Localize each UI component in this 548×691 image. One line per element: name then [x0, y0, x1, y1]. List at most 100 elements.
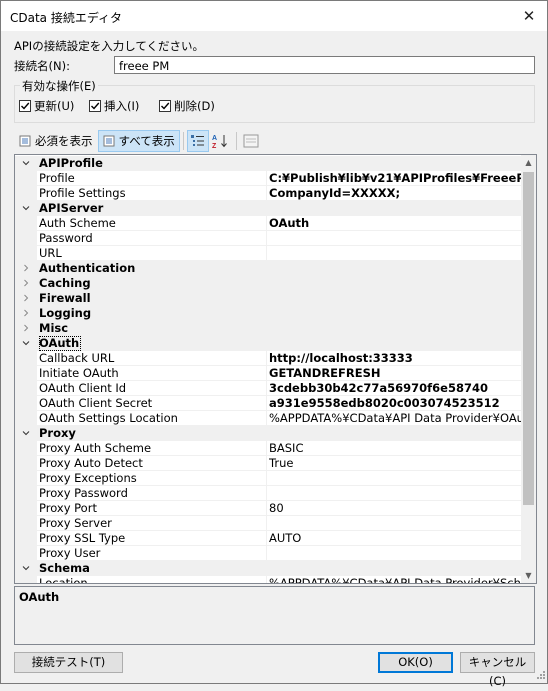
- title-bar[interactable]: CData 接続エディタ ✕: [1, 1, 547, 31]
- column-divider[interactable]: [266, 486, 267, 501]
- property-value[interactable]: 3cdebb30b42c77a56970f6e58740: [269, 381, 521, 396]
- alphabetical-button[interactable]: AZ: [209, 130, 233, 152]
- cancel-button[interactable]: キャンセル(C): [460, 652, 535, 688]
- property-name: Proxy Password: [39, 486, 128, 500]
- property-row[interactable]: Proxy SSL Type AUTO: [15, 531, 521, 546]
- category-row[interactable]: Schema: [15, 561, 521, 576]
- column-divider[interactable]: [266, 501, 267, 516]
- show-all-label: すべて表示: [118, 134, 175, 148]
- chevron-right-icon[interactable]: [21, 293, 31, 303]
- category-row[interactable]: Firewall: [15, 291, 521, 306]
- property-value[interactable]: OAuth: [269, 216, 521, 231]
- property-grid[interactable]: APIProfile Profile C:¥Publish¥lib¥v21¥APIP…: [14, 154, 537, 584]
- property-pages-button[interactable]: [240, 130, 262, 152]
- property-row[interactable]: Location %APPDATA%¥CData¥API Data Provide…: [15, 576, 521, 583]
- category-row[interactable]: Logging: [15, 306, 521, 321]
- chevron-right-icon[interactable]: [21, 308, 31, 318]
- chevron-down-icon[interactable]: [21, 563, 31, 573]
- category-row[interactable]: OAuth: [15, 336, 521, 351]
- category-row[interactable]: APIServer: [15, 201, 521, 216]
- close-icon[interactable]: ✕: [517, 4, 541, 28]
- property-value[interactable]: BASIC: [269, 441, 521, 456]
- column-divider[interactable]: [266, 186, 267, 201]
- column-divider[interactable]: [266, 381, 267, 396]
- property-value[interactable]: a931e9558edb8020c003074523512: [269, 396, 521, 411]
- test-connection-button[interactable]: 接続テスト(T): [14, 652, 123, 673]
- category-row[interactable]: Proxy: [15, 426, 521, 441]
- category-row[interactable]: APIProfile: [15, 156, 521, 171]
- property-row[interactable]: Profile Settings CompanyId=XXXXX;: [15, 186, 521, 201]
- chevron-down-icon[interactable]: [21, 338, 31, 348]
- property-value[interactable]: C:¥Publish¥lib¥v21¥APIProfiles¥FreeePM.a…: [269, 171, 521, 186]
- update-checkbox[interactable]: 更新(U): [19, 98, 74, 114]
- property-row[interactable]: Proxy User: [15, 546, 521, 561]
- category-row[interactable]: Caching: [15, 276, 521, 291]
- column-divider[interactable]: [266, 351, 267, 366]
- property-row[interactable]: Auth Scheme OAuth: [15, 216, 521, 231]
- chevron-down-icon[interactable]: [21, 203, 31, 213]
- show-required-button[interactable]: 必須を表示: [14, 130, 98, 152]
- column-divider[interactable]: [266, 171, 267, 186]
- column-divider[interactable]: [266, 216, 267, 231]
- chevron-down-icon[interactable]: [21, 428, 31, 438]
- property-value[interactable]: AUTO: [269, 531, 521, 546]
- property-value[interactable]: http://localhost:33333: [269, 351, 521, 366]
- property-row[interactable]: OAuth Settings Location %APPDATA%¥CData¥A…: [15, 411, 521, 426]
- column-divider[interactable]: [266, 471, 267, 486]
- property-row[interactable]: Password: [15, 231, 521, 246]
- categorized-button[interactable]: [186, 130, 209, 152]
- property-row[interactable]: Proxy Password: [15, 486, 521, 501]
- ok-button[interactable]: OK(O): [378, 652, 453, 673]
- chevron-right-icon[interactable]: [21, 278, 31, 288]
- row-gutter: [15, 516, 37, 531]
- column-divider[interactable]: [266, 246, 267, 261]
- column-divider[interactable]: [266, 411, 267, 426]
- property-row[interactable]: Profile C:¥Publish¥lib¥v21¥APIProfiles¥Fr…: [15, 171, 521, 186]
- column-divider[interactable]: [266, 531, 267, 546]
- column-divider[interactable]: [266, 546, 267, 561]
- sort-az-icon: AZ: [212, 135, 227, 149]
- property-value[interactable]: 80: [269, 501, 521, 516]
- scroll-up-icon[interactable]: ▲: [521, 155, 536, 170]
- resize-grip-icon[interactable]: [535, 671, 545, 681]
- column-divider[interactable]: [266, 456, 267, 471]
- property-value[interactable]: %APPDATA%¥CData¥API Data Provider¥OAuthS…: [269, 411, 521, 426]
- property-value[interactable]: CompanyId=XXXXX;: [269, 186, 521, 201]
- column-divider[interactable]: [266, 396, 267, 411]
- property-name: Password: [39, 231, 93, 245]
- vertical-scrollbar[interactable]: ▲ ▼: [521, 155, 536, 583]
- column-divider[interactable]: [266, 441, 267, 456]
- property-name: Proxy Server: [39, 516, 112, 530]
- column-divider[interactable]: [266, 366, 267, 381]
- category-row[interactable]: Misc: [15, 321, 521, 336]
- chevron-down-icon[interactable]: [21, 158, 31, 168]
- property-row[interactable]: Proxy Auto Detect True: [15, 456, 521, 471]
- property-row[interactable]: Callback URL http://localhost:33333: [15, 351, 521, 366]
- property-row[interactable]: Proxy Server: [15, 516, 521, 531]
- property-value[interactable]: GETANDREFRESH: [269, 366, 521, 381]
- property-row[interactable]: Proxy Exceptions: [15, 471, 521, 486]
- property-row[interactable]: OAuth Client Secret a931e9558edb8020c0030…: [15, 396, 521, 411]
- scroll-down-icon[interactable]: ▼: [521, 568, 536, 583]
- insert-checkbox[interactable]: 挿入(I): [89, 98, 139, 114]
- property-value[interactable]: %APPDATA%¥CData¥API Data Provider¥Schema: [269, 576, 521, 583]
- category-name: Logging: [39, 306, 92, 320]
- property-name: Initiate OAuth: [39, 366, 119, 380]
- connection-name-input[interactable]: freee PM: [114, 56, 535, 74]
- checkmark-icon: [91, 102, 100, 110]
- property-row[interactable]: OAuth Client Id 3cdebb30b42c77a56970f6e58…: [15, 381, 521, 396]
- property-row[interactable]: Proxy Auth Scheme BASIC: [15, 441, 521, 456]
- property-row[interactable]: URL: [15, 246, 521, 261]
- delete-checkbox[interactable]: 削除(D): [159, 98, 215, 114]
- chevron-right-icon[interactable]: [21, 323, 31, 333]
- property-row[interactable]: Proxy Port 80: [15, 501, 521, 516]
- column-divider[interactable]: [266, 576, 267, 583]
- column-divider[interactable]: [266, 231, 267, 246]
- property-value[interactable]: True: [269, 456, 521, 471]
- scrollbar-thumb[interactable]: [523, 172, 534, 505]
- chevron-right-icon[interactable]: [21, 263, 31, 273]
- column-divider[interactable]: [266, 516, 267, 531]
- property-row[interactable]: Initiate OAuth GETANDREFRESH: [15, 366, 521, 381]
- category-row[interactable]: Authentication: [15, 261, 521, 276]
- show-all-button[interactable]: すべて表示: [97, 130, 180, 152]
